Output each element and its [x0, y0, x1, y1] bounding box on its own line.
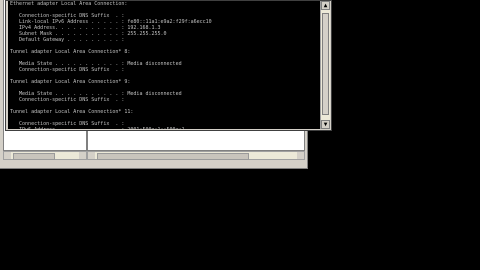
scroll-up-icon[interactable]: ▲: [321, 1, 330, 10]
scroll-right-button[interactable]: [79, 152, 86, 159]
console-area[interactable]: Ethernet adapter Local Area Connection: …: [8, 1, 321, 129]
command-prompt-window[interactable]: Ethernet adapter Local Area Connection: …: [5, 0, 332, 131]
scroll-down-icon[interactable]: ▼: [321, 120, 330, 129]
scroll-thumb[interactable]: [13, 153, 55, 160]
scroll-thumb[interactable]: [322, 13, 329, 115]
vertical-scrollbar[interactable]: ▲ ▼: [320, 1, 330, 129]
console-output: Ethernet adapter Local Area Connection: …: [10, 1, 212, 129]
console-line: IPv6 Address. . . . . . . . . . . : 2001…: [10, 127, 212, 129]
left-pane-horizontal-scrollbar[interactable]: [3, 151, 87, 160]
scroll-right-button[interactable]: [297, 152, 304, 159]
scroll-left-button[interactable]: [4, 152, 11, 159]
right-pane-horizontal-scrollbar[interactable]: [87, 151, 305, 160]
status-bar: [0, 160, 307, 168]
scroll-left-button[interactable]: [88, 152, 95, 159]
scroll-thumb[interactable]: [97, 153, 249, 160]
